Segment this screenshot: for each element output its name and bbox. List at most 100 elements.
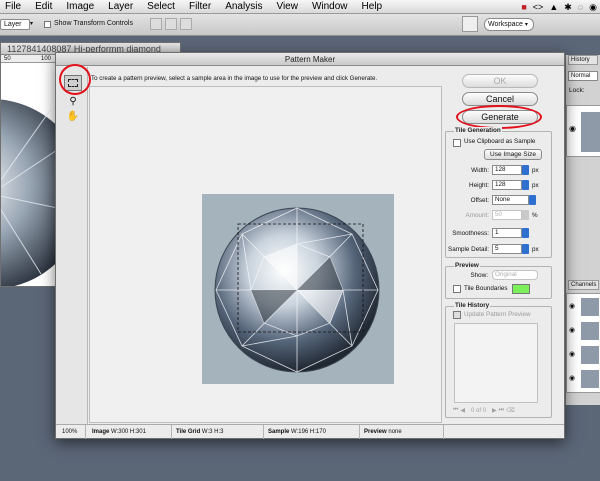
menu-layer[interactable]: Layer	[101, 0, 140, 14]
show-label: Show:	[470, 272, 488, 279]
show-dropdown[interactable]: Original	[492, 270, 538, 280]
status-sample-label: Sample	[268, 429, 290, 435]
annotation-circle	[456, 105, 542, 129]
amount-unit: %	[532, 212, 538, 219]
menu-file[interactable]: File	[0, 0, 28, 14]
ok-button[interactable]: OK	[462, 74, 538, 88]
workspace-label: Workspace	[488, 21, 523, 28]
channel-thumbnail[interactable]	[581, 298, 599, 316]
wifi-icon[interactable]: ◌	[578, 2, 583, 12]
eye-icon[interactable]: ◉	[569, 350, 575, 358]
sound-icon[interactable]: ▲	[549, 2, 558, 12]
next-icon[interactable]: ▶	[492, 407, 497, 414]
status-tile-grid: Tile Grid W:3 H:3	[172, 425, 264, 439]
hand-tool-button[interactable]: ✋	[64, 108, 82, 124]
boundary-color-swatch[interactable]	[512, 284, 530, 294]
menu-view[interactable]: View	[269, 0, 305, 14]
update-preview-checkbox[interactable]	[453, 311, 461, 319]
zoom-tool-button[interactable]: ⚲	[64, 93, 82, 109]
show-transform-checkbox[interactable]	[44, 21, 51, 28]
preview-canvas[interactable]	[89, 86, 442, 423]
menu-help[interactable]: Help	[355, 0, 390, 14]
sample-detail-unit: px	[532, 246, 539, 253]
menu-edit[interactable]: Edit	[28, 0, 59, 14]
pattern-maker-dialog: Pattern Maker ⚲ ✋ To create a pattern pr…	[55, 52, 565, 439]
smoothness-stepper[interactable]	[522, 228, 529, 238]
eye-icon[interactable]: ◉	[569, 124, 576, 133]
offset-dropdown-arrow[interactable]	[529, 195, 536, 205]
use-image-size-button[interactable]: Use Image Size	[484, 149, 542, 160]
status-tilegrid-value: W:3 H:3	[201, 429, 224, 435]
status-bar: 100% Image W:300 H:301 Tile Grid W:3 H:3…	[56, 424, 564, 439]
align-icon[interactable]	[165, 18, 177, 30]
tab-channels[interactable]: Channels	[568, 280, 599, 290]
blend-mode-dropdown[interactable]: Normal	[568, 71, 598, 81]
menu-bar: File Edit Image Layer Select Filter Anal…	[0, 0, 600, 14]
offset-dropdown[interactable]: None	[492, 195, 529, 205]
status-image-label: Image	[92, 429, 110, 435]
tab-history[interactable]: History	[568, 55, 598, 65]
layer-dropdown[interactable]: Layer	[0, 19, 30, 30]
status-preview-label: Preview	[364, 429, 387, 435]
status-image: Image W:300 H:301	[88, 425, 172, 439]
show-transform-label: Show Transform Controls	[54, 20, 133, 27]
menu-filter[interactable]: Filter	[182, 0, 218, 14]
bluetooth-icon[interactable]: ✱	[564, 2, 572, 13]
height-stepper[interactable]	[522, 180, 529, 190]
layer-row[interactable]: ◉	[566, 105, 600, 157]
workspace-dropdown[interactable]: Workspace ▾	[484, 18, 534, 31]
lock-label: Lock:	[569, 87, 585, 94]
zoom-level[interactable]: 100%	[58, 425, 86, 439]
menu-analysis[interactable]: Analysis	[218, 0, 269, 14]
last-icon[interactable]: ⏭	[499, 407, 504, 414]
menu-image[interactable]: Image	[59, 0, 101, 14]
magnifier-icon: ⚲	[69, 95, 77, 107]
eye-icon[interactable]: ◉	[569, 326, 575, 334]
amount-stepper[interactable]	[522, 210, 529, 220]
menu-select[interactable]: Select	[140, 0, 182, 14]
layers-panel: History Normal Lock: ◉ Channels ◉ ◉ ◉ ◉	[565, 55, 600, 405]
sample-detail-stepper[interactable]	[522, 244, 529, 254]
width-field[interactable]: 128	[492, 165, 522, 175]
align-buttons	[150, 18, 440, 32]
use-clipboard-checkbox[interactable]	[453, 139, 461, 147]
tile-generation-title: Tile Generation	[454, 127, 502, 134]
chevron-down-icon: ▾	[524, 22, 528, 28]
smoothness-dropdown[interactable]: 1	[492, 228, 522, 238]
spotlight-icon[interactable]: ◉	[589, 2, 597, 13]
channels-list: ◉ ◉ ◉ ◉	[566, 293, 600, 393]
height-field[interactable]: 128	[492, 180, 522, 190]
offset-label: Offset:	[470, 197, 489, 204]
amount-field[interactable]: 50	[492, 210, 522, 220]
diamond-graphic	[214, 207, 380, 373]
bridge-icon[interactable]	[462, 16, 478, 32]
previous-icon[interactable]: ◀	[460, 407, 465, 414]
eye-icon[interactable]: ◉	[569, 374, 575, 382]
sample-detail-field[interactable]: 5	[492, 244, 522, 254]
status-tilegrid-label: Tile Grid	[176, 429, 201, 435]
use-clipboard-label: Use Clipboard as Sample	[464, 138, 536, 145]
channel-thumbnail[interactable]	[581, 370, 599, 388]
options-bar: Layer ▾ Show Transform Controls Workspac…	[0, 14, 600, 36]
menu-window[interactable]: Window	[305, 0, 355, 14]
width-label: Width:	[471, 167, 489, 174]
first-icon[interactable]: ⏮	[453, 407, 458, 414]
history-navigation: ⏮ ◀ 0 of 0 ▶ ⏭ ⌫	[453, 406, 543, 415]
channel-thumbnail[interactable]	[581, 322, 599, 340]
tile-boundaries-checkbox[interactable]	[453, 285, 461, 293]
robot-icon[interactable]: ■	[521, 2, 526, 12]
channel-thumbnail[interactable]	[581, 346, 599, 364]
code-icon[interactable]: <>	[533, 2, 544, 12]
diamond-image[interactable]	[202, 194, 394, 384]
align-icon[interactable]	[150, 18, 162, 30]
tile-history-thumbnail	[454, 323, 538, 403]
sample-detail-label: Sample Detail:	[448, 246, 489, 253]
chevron-down-icon: ▾	[30, 21, 34, 27]
trash-icon[interactable]: ⌫	[506, 407, 514, 414]
cancel-button[interactable]: Cancel	[462, 92, 538, 106]
hand-icon: ✋	[66, 110, 80, 122]
width-stepper[interactable]	[522, 165, 529, 175]
tile-boundaries-label: Tile Boundaries	[464, 285, 508, 292]
eye-icon[interactable]: ◉	[569, 302, 575, 310]
align-icon[interactable]	[180, 18, 192, 30]
